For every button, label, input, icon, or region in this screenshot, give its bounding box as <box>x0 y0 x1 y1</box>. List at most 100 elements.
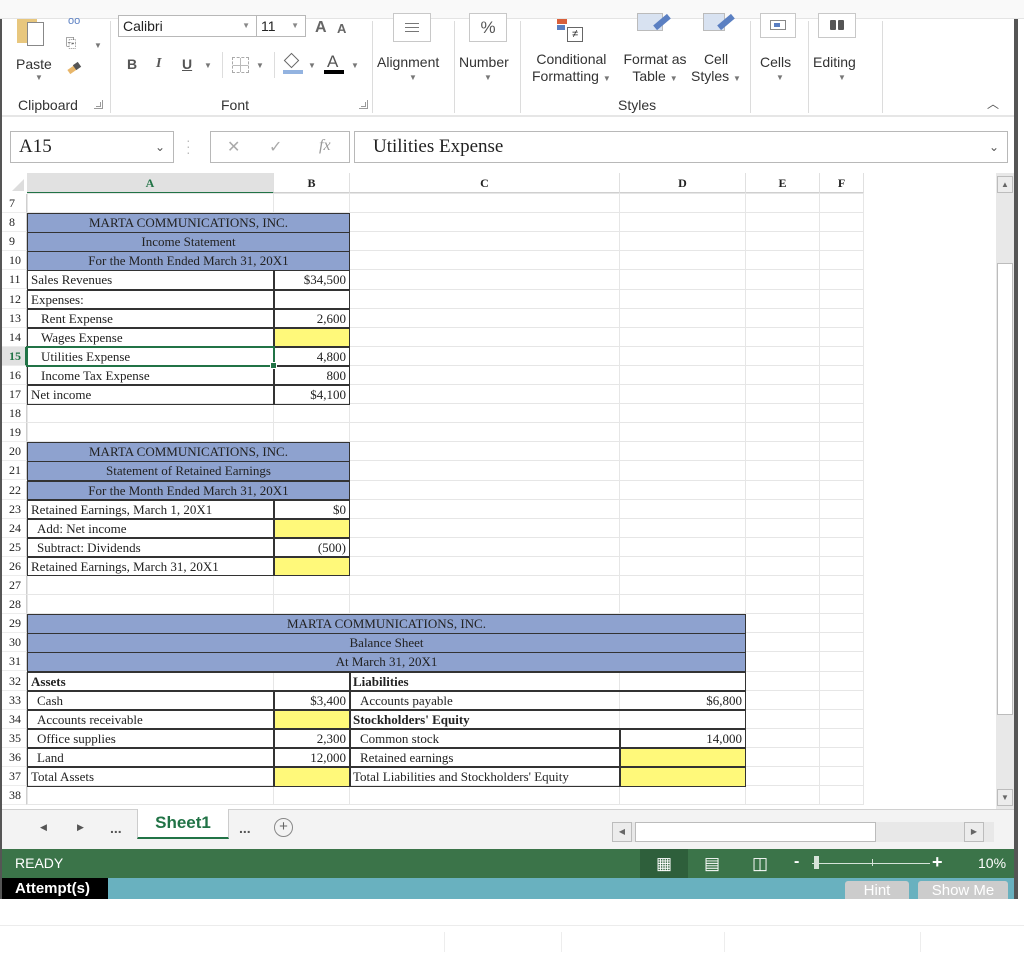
format-as-table-button[interactable]: Format as Table ▼ <box>621 13 689 95</box>
font-color-dropdown-icon[interactable]: ▼ <box>351 61 359 70</box>
active-cell-selection[interactable] <box>26 345 277 369</box>
row-header-29[interactable]: 29 <box>2 614 27 634</box>
font-color-icon[interactable]: A <box>324 52 344 74</box>
row-header-16[interactable]: 16 <box>2 365 27 385</box>
number-group[interactable]: % Number ▼ <box>455 13 519 117</box>
scroll-left-icon[interactable]: ◀ <box>612 822 632 842</box>
income-input-cell[interactable] <box>274 327 350 348</box>
enter-check-icon[interactable]: ✓ <box>269 137 282 157</box>
formula-bar-grip-icon[interactable]: · · · <box>186 133 191 159</box>
row-header-28[interactable]: 28 <box>2 595 27 615</box>
total-le-input-cell[interactable] <box>620 767 746 787</box>
row-header-36[interactable]: 36 <box>2 747 27 767</box>
tab-scroll-right-icon[interactable]: ▶ <box>77 822 84 833</box>
page-break-view-icon[interactable]: ◫ <box>736 849 784 878</box>
name-box[interactable]: A15 ⌄ <box>10 131 174 163</box>
row-header-18[interactable]: 18 <box>2 404 27 424</box>
column-header-c[interactable]: C <box>350 173 620 194</box>
row-header-10[interactable]: 10 <box>2 251 27 271</box>
column-header-b[interactable]: B <box>274 173 350 194</box>
vertical-scrollbar[interactable]: ▲ ▼ <box>996 173 1014 809</box>
bold-button[interactable]: B <box>127 56 137 72</box>
row-header-31[interactable]: 31 <box>2 652 27 672</box>
conditional-formatting-button[interactable]: ≠ Conditional Formatting ▼ <box>525 19 621 95</box>
row-header-34[interactable]: 34 <box>2 709 27 729</box>
row-header-11[interactable]: 11 <box>2 270 27 290</box>
row-header-38[interactable]: 38 <box>2 786 27 806</box>
scroll-down-icon[interactable]: ▼ <box>997 789 1013 806</box>
scroll-right-icon[interactable]: ▶ <box>964 822 984 842</box>
row-header-8[interactable]: 8 <box>2 213 27 233</box>
paste-button[interactable]: Paste ▼ <box>10 19 60 93</box>
row-header-33[interactable]: 33 <box>2 690 27 710</box>
row-header-22[interactable]: 22 <box>2 480 27 500</box>
row-header-23[interactable]: 23 <box>2 499 27 519</box>
row-header-13[interactable]: 13 <box>2 308 27 328</box>
row-header-21[interactable]: 21 <box>2 461 27 481</box>
row-header-37[interactable]: 37 <box>2 767 27 787</box>
row-header-19[interactable]: 19 <box>2 423 27 443</box>
italic-button[interactable]: I <box>156 56 161 72</box>
equity-input-cell[interactable] <box>620 747 746 768</box>
grow-font-button[interactable]: A <box>315 19 327 37</box>
spreadsheet-grid[interactable]: ABCDEF 7 8 9 10 11 12 13 14 15 16 17 18 19 20 21 22 23 24… <box>2 173 996 809</box>
zoom-knob[interactable] <box>814 856 819 869</box>
horizontal-scroll-thumb[interactable] <box>635 822 876 842</box>
row-header-20[interactable]: 20 <box>2 442 27 462</box>
underline-dropdown-icon[interactable]: ▼ <box>204 61 212 70</box>
row-header-12[interactable]: 12 <box>2 289 27 309</box>
fill-color-icon[interactable] <box>283 52 303 74</box>
expand-formula-bar-icon[interactable]: ⌄ <box>989 132 999 162</box>
font-size-select[interactable]: 11 ▼ <box>256 15 306 37</box>
cancel-icon[interactable]: ✕ <box>227 137 240 157</box>
more-tabs-left[interactable]: ... <box>110 820 122 836</box>
alignment-group[interactable]: Alignment ▼ <box>373 13 455 117</box>
zoom-out-icon[interactable]: - <box>794 853 799 871</box>
cell-styles-button[interactable]: Cell Styles ▼ <box>689 13 743 95</box>
row-header-27[interactable]: 27 <box>2 576 27 596</box>
column-header-a[interactable]: A <box>27 173 274 194</box>
row-header-9[interactable]: 9 <box>2 232 27 252</box>
vertical-scroll-thumb[interactable] <box>997 263 1013 715</box>
font-name-select[interactable]: Calibri ▼ <box>118 15 257 37</box>
borders-dropdown-icon[interactable]: ▼ <box>256 61 264 70</box>
format-painter-icon[interactable] <box>67 61 82 75</box>
fill-color-dropdown-icon[interactable]: ▼ <box>308 61 316 70</box>
total-assets-input-cell[interactable] <box>274 767 350 787</box>
collapse-ribbon-icon[interactable]: ︿ <box>987 95 999 112</box>
chevron-down-icon[interactable]: ⌄ <box>155 132 165 162</box>
cut-icon[interactable]: oo <box>68 15 80 27</box>
zoom-level[interactable]: 10% <box>978 855 1006 871</box>
page-layout-view-icon[interactable]: ▤ <box>688 849 736 878</box>
row-header-24[interactable]: 24 <box>2 518 27 538</box>
zoom-in-icon[interactable]: + <box>932 852 943 873</box>
horizontal-scrollbar[interactable]: ◀ ▶ <box>612 822 994 842</box>
insert-function-icon[interactable]: fx <box>319 137 331 155</box>
tab-sheet1[interactable]: Sheet1 <box>137 809 229 839</box>
add-sheet-icon[interactable]: + <box>274 818 293 837</box>
show-me-button[interactable]: Show Me <box>918 881 1008 899</box>
editing-group[interactable]: Editing ▼ <box>809 13 881 117</box>
re-input-cell[interactable] <box>274 518 350 539</box>
row-header-25[interactable]: 25 <box>2 537 27 557</box>
tab-scroll-left-icon[interactable]: ◀ <box>40 822 47 833</box>
row-header-15[interactable]: 15 <box>2 346 27 366</box>
zoom-slider[interactable]: - + <box>794 852 954 872</box>
scroll-up-icon[interactable]: ▲ <box>997 176 1013 193</box>
clipboard-launcher-icon[interactable] <box>94 100 103 109</box>
shrink-font-button[interactable]: A <box>337 21 346 36</box>
re-input-cell[interactable] <box>274 556 350 577</box>
column-header-d[interactable]: D <box>620 173 746 194</box>
borders-icon[interactable] <box>232 57 249 73</box>
row-header-35[interactable]: 35 <box>2 728 27 748</box>
row-header-7[interactable]: 7 <box>2 194 27 214</box>
select-all-button[interactable] <box>2 173 27 194</box>
row-header-32[interactable]: 32 <box>2 671 27 691</box>
normal-view-icon[interactable]: ▦ <box>640 849 688 878</box>
cells-group[interactable]: Cells ▼ <box>751 13 807 117</box>
row-header-17[interactable]: 17 <box>2 385 27 405</box>
column-header-f[interactable]: F <box>820 173 864 194</box>
row-header-14[interactable]: 14 <box>2 327 27 347</box>
font-launcher-icon[interactable] <box>359 100 368 109</box>
copy-icon[interactable]: ⎘ <box>66 35 82 52</box>
